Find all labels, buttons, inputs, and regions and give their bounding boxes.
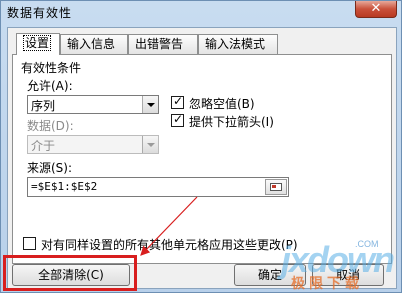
source-value: =$E$1:$E$2: [31, 180, 98, 193]
ignore-blank-label: 忽略空值(B): [189, 97, 255, 111]
tab-ime-mode[interactable]: 输入法模式: [198, 34, 278, 54]
ok-button[interactable]: 确定: [234, 264, 306, 286]
allow-select[interactable]: 序列: [27, 95, 159, 114]
data-value: 介于: [31, 139, 56, 153]
dialog-client-area: 设置 输入信息 出错警告 输入法模式 有效性条件 允许(A): 序列 忽略空值(…: [7, 27, 397, 289]
chevron-down-icon: [142, 136, 158, 153]
source-label: 来源(S):: [27, 161, 73, 175]
dropdown-arrow-checkbox[interactable]: [171, 112, 184, 127]
tab-input-message[interactable]: 输入信息: [60, 34, 128, 54]
allow-value: 序列: [31, 99, 56, 113]
dropdown-arrow-label: 提供下拉箭头(I): [189, 115, 274, 129]
apply-all-checkbox[interactable]: [23, 237, 36, 250]
range-select-button[interactable]: [265, 179, 287, 195]
dialog-title: 数据有效性: [7, 6, 73, 20]
data-label: 数据(D):: [27, 119, 74, 133]
allow-label: 允许(A):: [27, 79, 73, 93]
title-bar[interactable]: 数据有效性 ✕: [1, 1, 401, 23]
tab-settings[interactable]: 设置: [16, 33, 60, 55]
data-select: 介于: [27, 135, 159, 154]
tab-error-alert[interactable]: 出错警告: [128, 34, 198, 54]
settings-panel: 有效性条件 允许(A): 序列 忽略空值(B) 提供下拉箭头(I) 数据(D):…: [12, 54, 392, 264]
chevron-down-icon[interactable]: [142, 96, 158, 113]
source-field[interactable]: =$E$1:$E$2: [27, 177, 289, 197]
highlight-box: [3, 255, 137, 291]
section-title: 有效性条件: [21, 61, 82, 75]
close-icon: ✕: [370, 1, 382, 16]
ignore-blank-checkbox[interactable]: [171, 94, 184, 109]
cancel-button[interactable]: 取消: [312, 264, 384, 286]
apply-all-label: 对有同样设置的所有其他单元格应用这些更改(P): [41, 238, 298, 252]
range-select-icon: [270, 183, 282, 191]
close-button[interactable]: ✕: [355, 1, 397, 18]
dialog-window: 数据有效性 ✕ 设置 输入信息 出错警告 输入法模式 有效性条件 允许(A): …: [0, 0, 402, 293]
